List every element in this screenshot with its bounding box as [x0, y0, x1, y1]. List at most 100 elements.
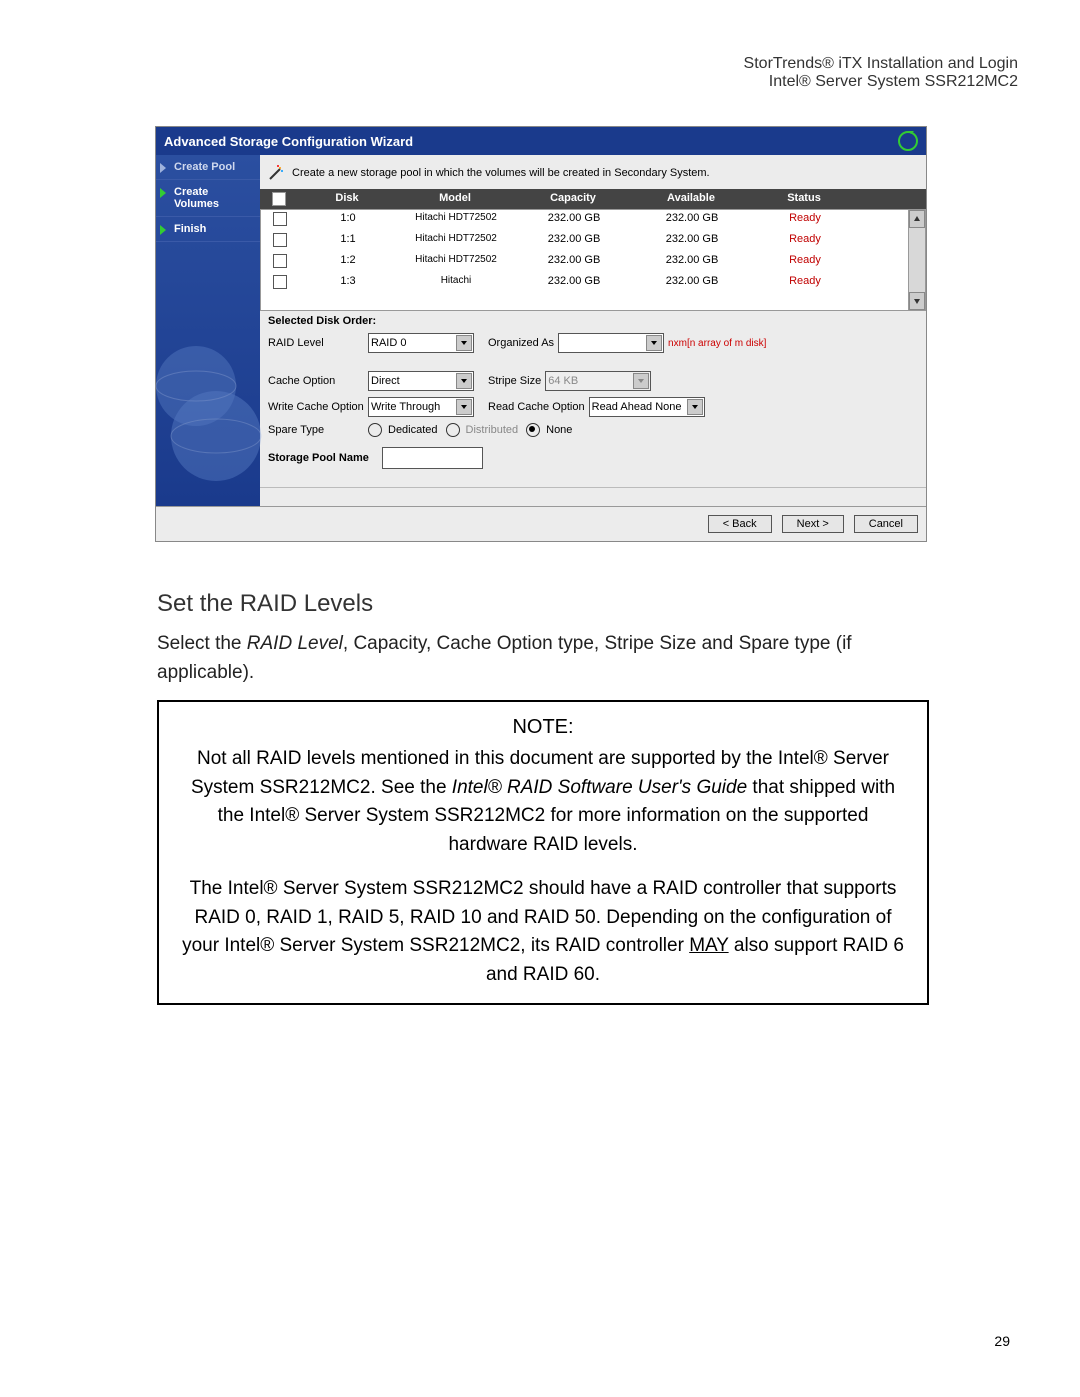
raid-level-label: RAID Level [268, 337, 364, 349]
scrollbar[interactable] [908, 210, 925, 310]
instruction-text: Create a new storage pool in which the v… [292, 167, 710, 179]
cache-option-label: Cache Option [268, 375, 364, 387]
header-line1: StorTrends® iTX Installation and Login [744, 55, 1018, 73]
write-cache-value: Write Through [371, 401, 440, 413]
organized-as-hint: nxm[n array of m disk] [668, 338, 766, 349]
cell-capacity: 232.00 GB [515, 210, 633, 231]
cell-disk: 1:0 [299, 210, 397, 231]
sidebar-item-create-pool[interactable]: Create Pool [156, 155, 260, 180]
cache-option-value: Direct [371, 375, 400, 387]
selected-disk-order-label: Selected Disk Order: [260, 311, 926, 331]
page-number: 29 [994, 1333, 1010, 1349]
next-button[interactable]: Next > [782, 515, 844, 533]
col-available: Available [632, 189, 750, 209]
note-paragraph-1: Not all RAID levels mentioned in this do… [177, 745, 909, 859]
table-row: 1:2 Hitachi HDT72502 232.00 GB 232.00 GB… [261, 252, 908, 273]
header-line2: Intel® Server System SSR212MC2 [744, 73, 1018, 91]
cell-disk: 1:1 [299, 231, 397, 252]
instruction-row: Create a new storage pool in which the v… [260, 155, 926, 189]
spare-dedicated-label: Dedicated [388, 424, 438, 436]
chevron-down-icon [456, 373, 472, 389]
cell-available: 232.00 GB [633, 210, 751, 231]
cell-available: 232.00 GB [633, 231, 751, 252]
stripe-size-select[interactable]: 64 KB [545, 371, 651, 391]
chevron-down-icon [687, 399, 703, 415]
cell-status: Ready [751, 252, 859, 273]
row-checkbox[interactable] [273, 233, 287, 247]
raid-level-select[interactable]: RAID 0 [368, 333, 474, 353]
stripe-size-value: 64 KB [548, 375, 578, 387]
cell-status: Ready [751, 210, 859, 231]
wizard-titlebar: Advanced Storage Configuration Wizard [156, 127, 926, 155]
cell-model: Hitachi HDT72502 [397, 231, 515, 252]
wizard-button-bar: < Back Next > Cancel [156, 506, 926, 541]
sidebar-item-label: Create Pool [174, 161, 235, 173]
cell-available: 232.00 GB [633, 252, 751, 273]
table-body: 1:0 Hitachi HDT72502 232.00 GB 232.00 GB… [260, 209, 926, 311]
organized-as-label: Organized As [488, 337, 554, 349]
globe-decoration [146, 326, 266, 486]
spare-type-label: Spare Type [268, 424, 364, 436]
wizard-main: Create a new storage pool in which the v… [260, 155, 926, 506]
cell-model: Hitachi HDT72502 [397, 210, 515, 231]
read-cache-label: Read Cache Option [488, 401, 585, 413]
organized-as-select[interactable] [558, 333, 664, 353]
section-heading: Set the RAID Levels [157, 590, 373, 618]
row-checkbox[interactable] [273, 254, 287, 268]
select-all-checkbox[interactable] [272, 192, 286, 206]
col-model: Model [396, 189, 514, 209]
read-cache-value: Read Ahead None [592, 401, 682, 413]
spare-distributed-radio[interactable] [446, 423, 460, 437]
row-checkbox[interactable] [273, 212, 287, 226]
sidebar-item-create-volumes[interactable]: Create Volumes [156, 180, 260, 217]
cell-status: Ready [751, 231, 859, 252]
chevron-right-icon [160, 163, 166, 173]
wizard-window: Advanced Storage Configuration Wizard Cr… [155, 126, 927, 542]
spare-dedicated-radio[interactable] [368, 423, 382, 437]
form-area: RAID Level RAID 0 Organized As nxm[n arr… [260, 331, 926, 483]
raid-level-value: RAID 0 [371, 337, 406, 349]
note-paragraph-2: The Intel® Server System SSR212MC2 shoul… [177, 875, 909, 989]
cell-status: Ready [751, 273, 859, 294]
wizard-title: Advanced Storage Configuration Wizard [164, 134, 413, 149]
cell-model: Hitachi [397, 273, 515, 294]
cancel-button[interactable]: Cancel [854, 515, 918, 533]
cache-option-select[interactable]: Direct [368, 371, 474, 391]
scroll-track[interactable] [909, 228, 925, 292]
table-row: 1:0 Hitachi HDT72502 232.00 GB 232.00 GB… [261, 210, 908, 231]
cell-capacity: 232.00 GB [515, 252, 633, 273]
refresh-icon[interactable] [898, 131, 918, 151]
chevron-down-icon [456, 399, 472, 415]
write-cache-select[interactable]: Write Through [368, 397, 474, 417]
spare-distributed-label: Distributed [466, 424, 519, 436]
table-row: 1:3 Hitachi 232.00 GB 232.00 GB Ready [261, 273, 908, 294]
cell-disk: 1:3 [299, 273, 397, 294]
chevron-down-icon [456, 335, 472, 351]
chevron-down-icon [633, 373, 649, 389]
col-capacity: Capacity [514, 189, 632, 209]
row-checkbox[interactable] [273, 275, 287, 289]
back-button[interactable]: < Back [708, 515, 772, 533]
table-row: 1:1 Hitachi HDT72502 232.00 GB 232.00 GB… [261, 231, 908, 252]
scroll-down-icon[interactable] [909, 292, 925, 310]
read-cache-select[interactable]: Read Ahead None [589, 397, 705, 417]
paragraph: Select the RAID Level, Capacity, Cache O… [157, 630, 927, 687]
chevron-right-icon [160, 188, 166, 198]
cell-capacity: 232.00 GB [515, 231, 633, 252]
chevron-right-icon [160, 225, 166, 235]
wizard-sidebar: Create Pool Create Volumes Finish [156, 155, 260, 506]
note-box: NOTE: Not all RAID levels mentioned in t… [157, 700, 929, 1005]
spare-none-radio[interactable] [526, 423, 540, 437]
sidebar-item-finish[interactable]: Finish [156, 217, 260, 242]
col-disk: Disk [298, 189, 396, 209]
cell-model: Hitachi HDT72502 [397, 252, 515, 273]
sidebar-item-label: Create Volumes [174, 186, 219, 210]
pool-name-label: Storage Pool Name [268, 452, 378, 464]
pool-name-input[interactable] [382, 447, 483, 469]
stripe-size-label: Stripe Size [488, 375, 541, 387]
scroll-up-icon[interactable] [909, 210, 925, 228]
chevron-down-icon [646, 335, 662, 351]
cell-capacity: 232.00 GB [515, 273, 633, 294]
spare-none-label: None [546, 424, 572, 436]
table-header: Disk Model Capacity Available Status [260, 189, 926, 209]
